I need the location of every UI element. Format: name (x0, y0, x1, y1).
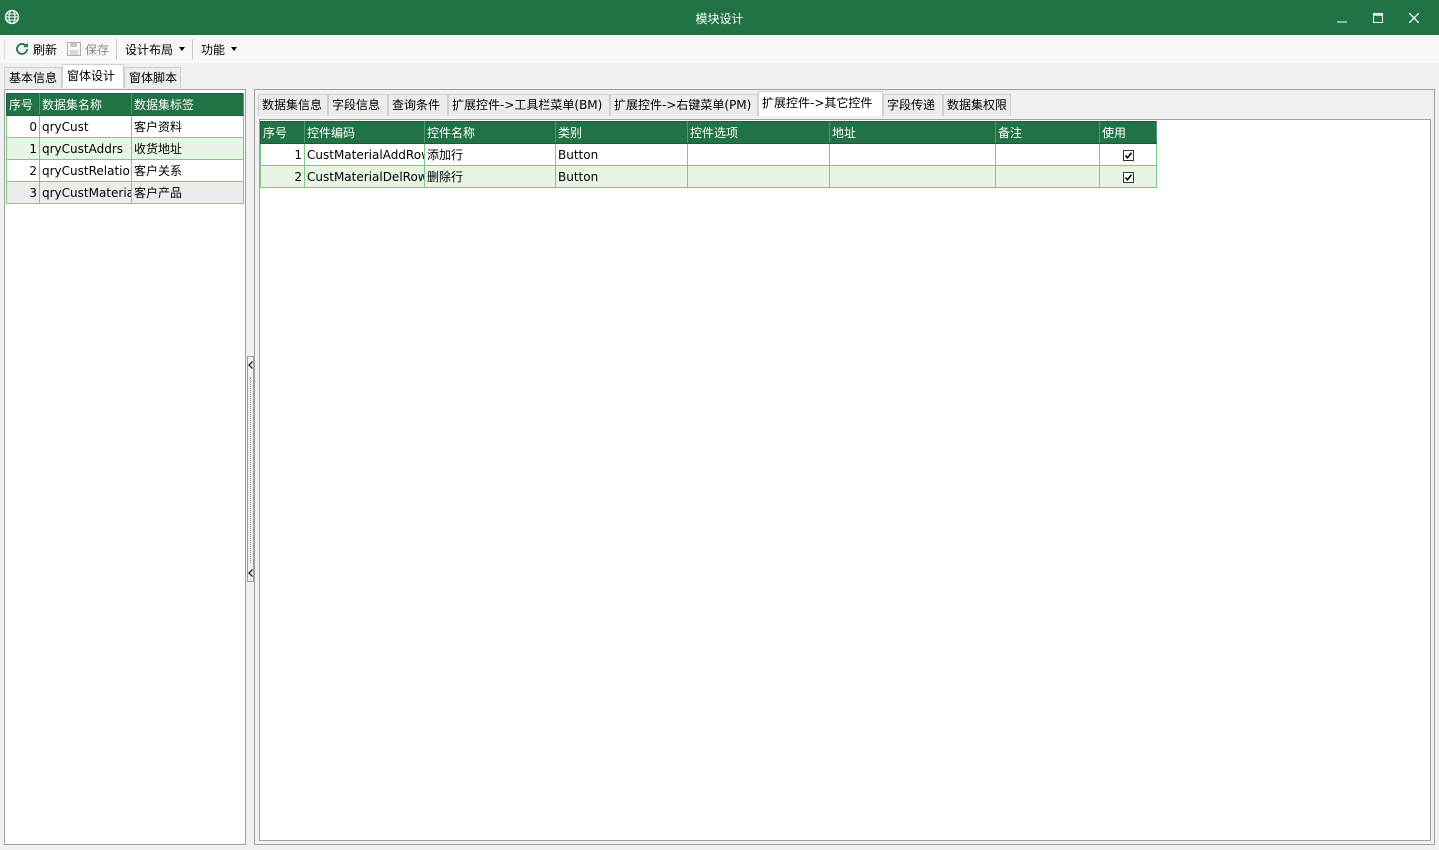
cell-control-code[interactable]: CustMaterialDelRow (304, 165, 425, 188)
column-header[interactable]: 地址 (829, 121, 996, 144)
column-header[interactable]: 使用 (1099, 121, 1157, 144)
window-title: 模块设计 (695, 12, 744, 26)
save-label: 保存 (85, 42, 110, 57)
cell-address[interactable] (829, 165, 996, 188)
cell-used (1099, 165, 1157, 188)
column-header[interactable]: 序号 (260, 121, 305, 144)
close-icon (1409, 12, 1419, 23)
cell-used (1099, 143, 1157, 166)
cell-index[interactable]: 1 (6, 137, 40, 160)
close-button[interactable] (1396, 0, 1432, 35)
column-header[interactable]: 数据集名称 (39, 93, 132, 116)
function-dropdown[interactable]: 功能 (201, 39, 238, 59)
cell-index[interactable]: 0 (6, 115, 40, 138)
minimize-icon (1337, 21, 1347, 22)
column-header[interactable]: 控件选项 (687, 121, 830, 144)
column-header[interactable]: 控件编码 (304, 121, 425, 144)
tab-field-info[interactable]: 字段信息 (328, 94, 388, 116)
top-tab-strip: 基本信息 窗体设计 窗体脚本 (0, 63, 1439, 88)
cell-control-name[interactable]: 删除行 (424, 165, 556, 188)
grid-header-row: 序号 数据集名称 数据集标签 (6, 93, 244, 116)
column-header[interactable]: 备注 (995, 121, 1100, 144)
column-header[interactable]: 数据集标签 (131, 93, 244, 116)
table-row[interactable]: 1 qryCustAddrs 收货地址 (6, 137, 244, 160)
column-header[interactable]: 类别 (555, 121, 688, 144)
cell-control-type[interactable]: Button (555, 143, 688, 166)
grid-header-row: 序号 控件编码 控件名称 类别 控件选项 地址 备注 使用 (260, 121, 1157, 144)
cell-dataset-label[interactable]: 客户资料 (131, 115, 244, 138)
cell-index[interactable]: 2 (6, 159, 40, 182)
tab-form-design[interactable]: 窗体设计 (62, 64, 124, 88)
controls-grid: 序号 控件编码 控件名称 类别 控件选项 地址 备注 使用 1 CustMate… (260, 121, 1157, 188)
cell-control-type[interactable]: Button (555, 165, 688, 188)
design-layout-dropdown[interactable]: 设计布局 (125, 39, 186, 59)
cell-dataset-label[interactable]: 客户产品 (131, 181, 244, 204)
cell-address[interactable] (829, 143, 996, 166)
tab-dataset-info[interactable]: 数据集信息 (258, 94, 328, 116)
detail-panel: 数据集信息 字段信息 查询条件 扩展控件->工具栏菜单(BM) 扩展控件->右键… (254, 89, 1435, 845)
tab-other-controls[interactable]: 扩展控件->其它控件 (758, 91, 883, 116)
cell-control-code[interactable]: CustMaterialAddRow (304, 143, 425, 166)
cell-control-name[interactable]: 添加行 (424, 143, 556, 166)
cell-remark[interactable] (995, 165, 1100, 188)
table-row[interactable]: 2 CustMaterialDelRow 删除行 Button (260, 165, 1157, 188)
column-header[interactable]: 控件名称 (424, 121, 556, 144)
table-row-selected[interactable]: 3 qryCustMaterial 客户产品 (6, 181, 244, 204)
maximize-icon (1373, 12, 1383, 23)
used-checkbox[interactable] (1122, 149, 1134, 161)
design-layout-label: 设计布局 (125, 42, 174, 57)
toolbar-grip (4, 39, 5, 59)
tab-query-conditions[interactable]: 查询条件 (388, 94, 448, 116)
tab-basic-info[interactable]: 基本信息 (4, 67, 62, 88)
cell-index[interactable]: 2 (260, 165, 305, 188)
cell-control-options[interactable] (687, 143, 830, 166)
table-row[interactable]: 0 qryCust 客户资料 (6, 115, 244, 138)
checkmark-icon (1124, 151, 1132, 159)
chevron-down-icon (231, 47, 238, 51)
splitter-collapse-handle[interactable] (247, 356, 254, 582)
toolbar-separator (116, 39, 117, 59)
refresh-button[interactable]: 刷新 (14, 39, 57, 59)
minimize-button[interactable] (1324, 0, 1360, 35)
table-row[interactable]: 2 qryCustRelation 客户关系 (6, 159, 244, 182)
dataset-panel: 序号 数据集名称 数据集标签 0 qryCust 客户资料 1 qryCustA… (4, 89, 246, 845)
cell-index[interactable]: 3 (6, 181, 40, 204)
cell-dataset-name[interactable]: qryCustMaterial (39, 181, 132, 204)
other-controls-content: 序号 控件编码 控件名称 类别 控件选项 地址 备注 使用 1 CustMate… (259, 119, 1431, 841)
save-icon (67, 42, 81, 56)
toolbar-separator (192, 39, 193, 59)
tab-toolbar-menu[interactable]: 扩展控件->工具栏菜单(BM) (448, 94, 610, 116)
cell-index[interactable]: 1 (260, 143, 305, 166)
used-checkbox[interactable] (1122, 171, 1134, 183)
title-bar: 模块设计 (0, 0, 1439, 35)
grip-dots (250, 377, 251, 563)
cell-dataset-name[interactable]: qryCustRelation (39, 159, 132, 182)
cell-dataset-name[interactable]: qryCust (39, 115, 132, 138)
chevron-down-icon (179, 47, 186, 51)
tab-field-transfer[interactable]: 字段传递 (883, 94, 943, 116)
toolbar: 刷新 保存 设计布局 功能 (0, 35, 1439, 63)
refresh-label: 刷新 (33, 42, 58, 57)
cell-remark[interactable] (995, 143, 1100, 166)
cell-dataset-name[interactable]: qryCustAddrs (39, 137, 132, 160)
save-button[interactable]: 保存 (66, 39, 109, 59)
tab-context-menu[interactable]: 扩展控件->右键菜单(PM) (610, 94, 758, 116)
maximize-button[interactable] (1360, 0, 1396, 35)
checkmark-icon (1124, 173, 1132, 181)
dataset-grid: 序号 数据集名称 数据集标签 0 qryCust 客户资料 1 qryCustA… (6, 93, 244, 204)
cell-dataset-label[interactable]: 客户关系 (131, 159, 244, 182)
table-row[interactable]: 1 CustMaterialAddRow 添加行 Button (260, 143, 1157, 166)
cell-dataset-label[interactable]: 收货地址 (131, 137, 244, 160)
tab-form-script[interactable]: 窗体脚本 (124, 67, 181, 88)
tab-dataset-permissions[interactable]: 数据集权限 (943, 94, 1011, 116)
column-header[interactable]: 序号 (6, 93, 40, 116)
function-label: 功能 (201, 42, 226, 57)
refresh-icon (16, 42, 28, 55)
cell-control-options[interactable] (687, 165, 830, 188)
